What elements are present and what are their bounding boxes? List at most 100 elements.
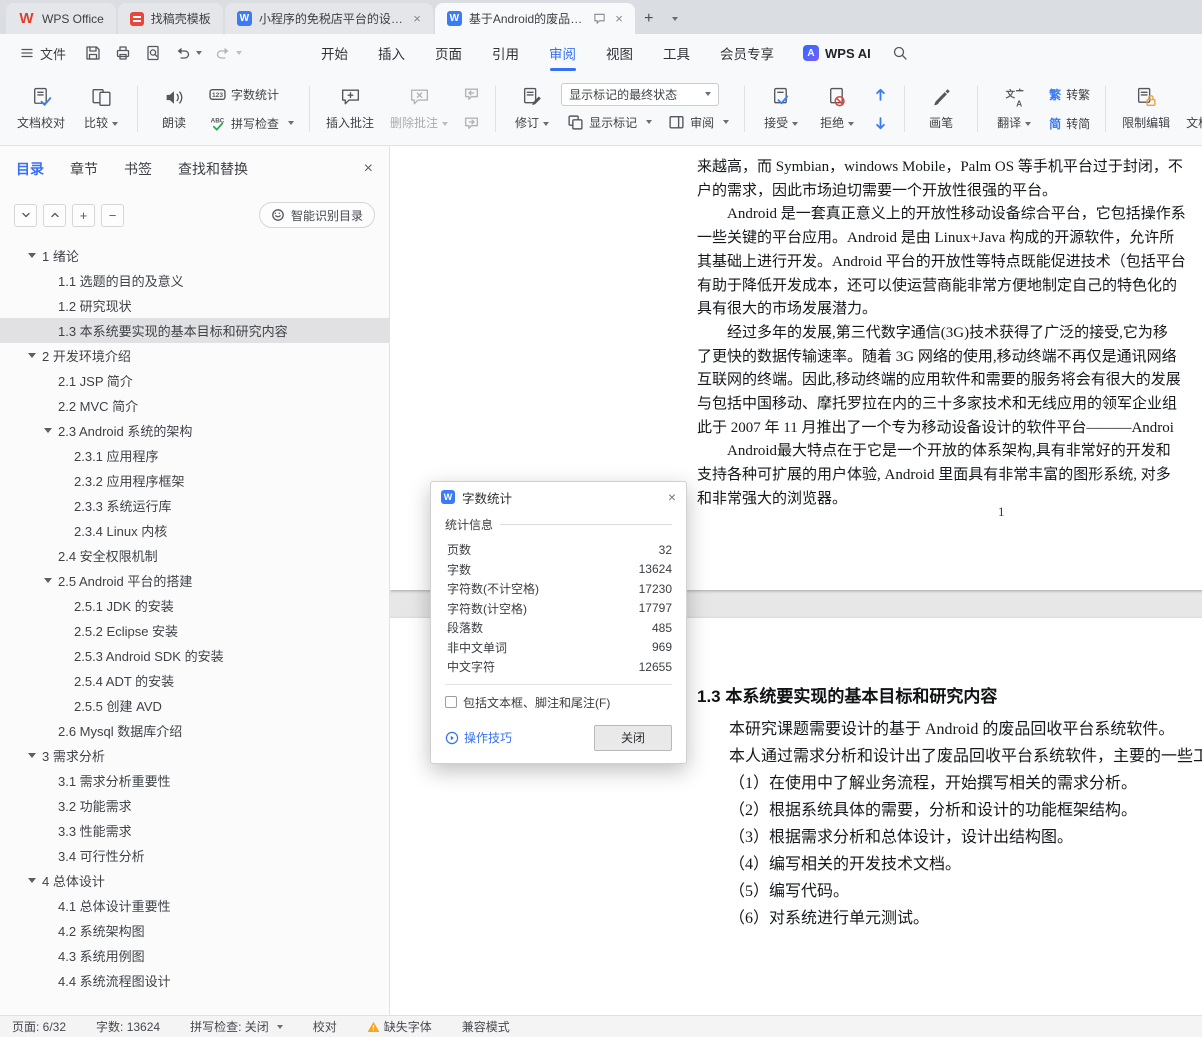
dialog-close-icon[interactable]: × [668, 489, 676, 505]
to-simplified-button[interactable]: 简 转简 [1043, 111, 1096, 136]
tab-docer-template[interactable]: 找稿壳模板 [117, 3, 223, 34]
show-markup-button[interactable]: 显示标记 [561, 110, 658, 135]
compare-button[interactable]: 比较 [74, 82, 128, 135]
expand-triangle-icon[interactable] [28, 353, 42, 358]
print-button[interactable] [110, 40, 136, 66]
sidebar-tab-bookmarks[interactable]: 书签 [124, 159, 152, 179]
tab-list-dropdown[interactable] [661, 7, 685, 31]
sidebar-tab-find-replace[interactable]: 查找和替换 [178, 159, 248, 179]
expand-triangle-icon[interactable] [44, 428, 58, 433]
menu-item-工具[interactable]: 工具 [648, 34, 705, 72]
status-missing-font[interactable]: 缺失字体 [367, 1018, 432, 1035]
previous-comment-button[interactable] [457, 82, 486, 107]
doc-proofing-button[interactable]: 文档校对 [10, 82, 72, 135]
accept-change-button[interactable]: 接受 [754, 82, 808, 135]
status-proofing[interactable]: 校对 [313, 1018, 337, 1035]
word-count-button[interactable]: 123 字数统计 [203, 82, 300, 107]
status-page-indicator[interactable]: 页面: 6/32 [12, 1018, 66, 1035]
review-pane-button[interactable]: 审阅 [662, 110, 735, 135]
wps-ai-button[interactable]: A WPS AI [803, 45, 871, 61]
print-preview-button[interactable] [140, 40, 166, 66]
toc-item[interactable]: 4.3 系统用例图 [0, 943, 389, 968]
toc-item[interactable]: 1.1 选题的目的及意义 [0, 268, 389, 293]
menu-item-视图[interactable]: 视图 [591, 34, 648, 72]
toc-item[interactable]: 2.5.2 Eclipse 安装 [0, 618, 389, 643]
toc-item[interactable]: 1.3 本系统要实现的基本目标和研究内容 [0, 318, 389, 343]
sidebar-tab-chapters[interactable]: 章节 [70, 159, 98, 179]
toc-item[interactable]: 1 绪论 [0, 243, 389, 268]
redo-button[interactable] [210, 40, 246, 66]
toc-item[interactable]: 2.2 MVC 简介 [0, 393, 389, 418]
toc-item[interactable]: 3 需求分析 [0, 743, 389, 768]
toc-item[interactable]: 2.3.3 系统运行库 [0, 493, 389, 518]
zoom-in-toc-button[interactable]: + [72, 203, 95, 227]
translate-button[interactable]: 文A 翻译 [987, 82, 1041, 135]
tab-document-android-recycle[interactable]: W 基于Android的废品回收系统的 × [434, 3, 635, 34]
tab-wps-home[interactable]: W WPS Office [6, 3, 116, 34]
toc-item[interactable]: 4.1 总体设计重要性 [0, 893, 389, 918]
dialog-titlebar[interactable]: W 字数统计 × [431, 482, 686, 512]
insert-comment-button[interactable]: 插入批注 [319, 82, 381, 135]
previous-change-button[interactable] [866, 82, 895, 107]
undo-button[interactable] [170, 40, 206, 66]
toc-item[interactable]: 2.4 安全权限机制 [0, 543, 389, 568]
read-aloud-button[interactable]: 朗读 [147, 82, 201, 135]
toc-item[interactable]: 2.5 Android 平台的搭建 [0, 568, 389, 593]
reject-change-button[interactable]: 拒绝 [810, 82, 864, 135]
expand-triangle-icon[interactable] [28, 253, 42, 258]
smart-toc-button[interactable]: 智能识别目录 [258, 202, 375, 228]
toc-item[interactable]: 4.4 系统流程图设计 [0, 968, 389, 993]
include-footnotes-checkbox[interactable]: 包括文本框、脚注和尾注(F) [445, 694, 672, 711]
sidebar-tab-toc[interactable]: 目录 [16, 159, 44, 179]
menu-item-审阅[interactable]: 审阅 [534, 34, 591, 72]
spell-check-button[interactable]: ABC 拼写检查 [203, 111, 300, 136]
zoom-out-toc-button[interactable]: − [101, 203, 124, 227]
search-icon[interactable] [887, 40, 913, 66]
menu-item-页面[interactable]: 页面 [420, 34, 477, 72]
toc-item[interactable]: 4.2 系统架构图 [0, 918, 389, 943]
status-spellcheck[interactable]: 拼写检查: 关闭 [190, 1018, 283, 1035]
toc-item[interactable]: 3.1 需求分析重要性 [0, 768, 389, 793]
menu-item-引用[interactable]: 引用 [477, 34, 534, 72]
pen-button[interactable]: 画笔 [914, 82, 968, 135]
status-compat-mode[interactable]: 兼容模式 [462, 1018, 510, 1035]
menu-item-会员专享[interactable]: 会员专享 [705, 34, 789, 72]
track-changes-button[interactable]: 修订 [505, 82, 559, 135]
restrict-editing-button[interactable]: 限制编辑 [1115, 82, 1177, 135]
sidebar-close-icon[interactable]: × [364, 160, 373, 178]
toc-item[interactable]: 1.2 研究现状 [0, 293, 389, 318]
toc-item[interactable]: 2.5.3 Android SDK 的安装 [0, 643, 389, 668]
tips-link[interactable]: 操作技巧 [445, 729, 512, 746]
file-menu[interactable]: 文件 [10, 44, 76, 63]
toc-item[interactable]: 2.3.4 Linux 内核 [0, 518, 389, 543]
close-tab-icon[interactable]: × [615, 11, 623, 26]
toc-item[interactable]: 2.3.1 应用程序 [0, 443, 389, 468]
expand-triangle-icon[interactable] [28, 878, 42, 883]
toc-item[interactable]: 2.6 Mysql 数据库介绍 [0, 718, 389, 743]
delete-comment-button[interactable]: 删除批注 [383, 82, 455, 135]
markup-state-dropdown[interactable]: 显示标记的最终状态 [561, 82, 720, 106]
menu-item-插入[interactable]: 插入 [363, 34, 420, 72]
to-traditional-button[interactable]: 繁 转繁 [1043, 82, 1096, 107]
toc-item[interactable]: 2.3.2 应用程序框架 [0, 468, 389, 493]
next-change-button[interactable] [866, 111, 895, 136]
toc-item[interactable]: 2.3 Android 系统的架构 [0, 418, 389, 443]
toc-item[interactable]: 2.1 JSP 简介 [0, 368, 389, 393]
new-tab-button[interactable]: + [637, 7, 661, 31]
tab-document-miniprogram[interactable]: W 小程序的免税店平台的设计与实现 开... × [224, 3, 433, 34]
toc-item[interactable]: 2 开发环境介绍 [0, 343, 389, 368]
toc-item[interactable]: 3.2 功能需求 [0, 793, 389, 818]
menu-item-开始[interactable]: 开始 [306, 34, 363, 72]
close-tab-icon[interactable]: × [413, 11, 421, 26]
save-button[interactable] [80, 40, 106, 66]
toc-item[interactable]: 4 总体设计 [0, 868, 389, 893]
encrypt-document-button[interactable]: 文档加密 [1179, 82, 1202, 135]
toc-item[interactable]: 2.5.5 创建 AVD [0, 693, 389, 718]
dialog-close-button[interactable]: 关闭 [594, 724, 672, 751]
collapse-all-button[interactable] [14, 203, 37, 227]
toc-item[interactable]: 2.5.1 JDK 的安装 [0, 593, 389, 618]
toc-item[interactable]: 2.5.4 ADT 的安装 [0, 668, 389, 693]
next-comment-button[interactable] [457, 111, 486, 136]
expand-all-button[interactable] [43, 203, 66, 227]
toc-item[interactable]: 3.4 可行性分析 [0, 843, 389, 868]
